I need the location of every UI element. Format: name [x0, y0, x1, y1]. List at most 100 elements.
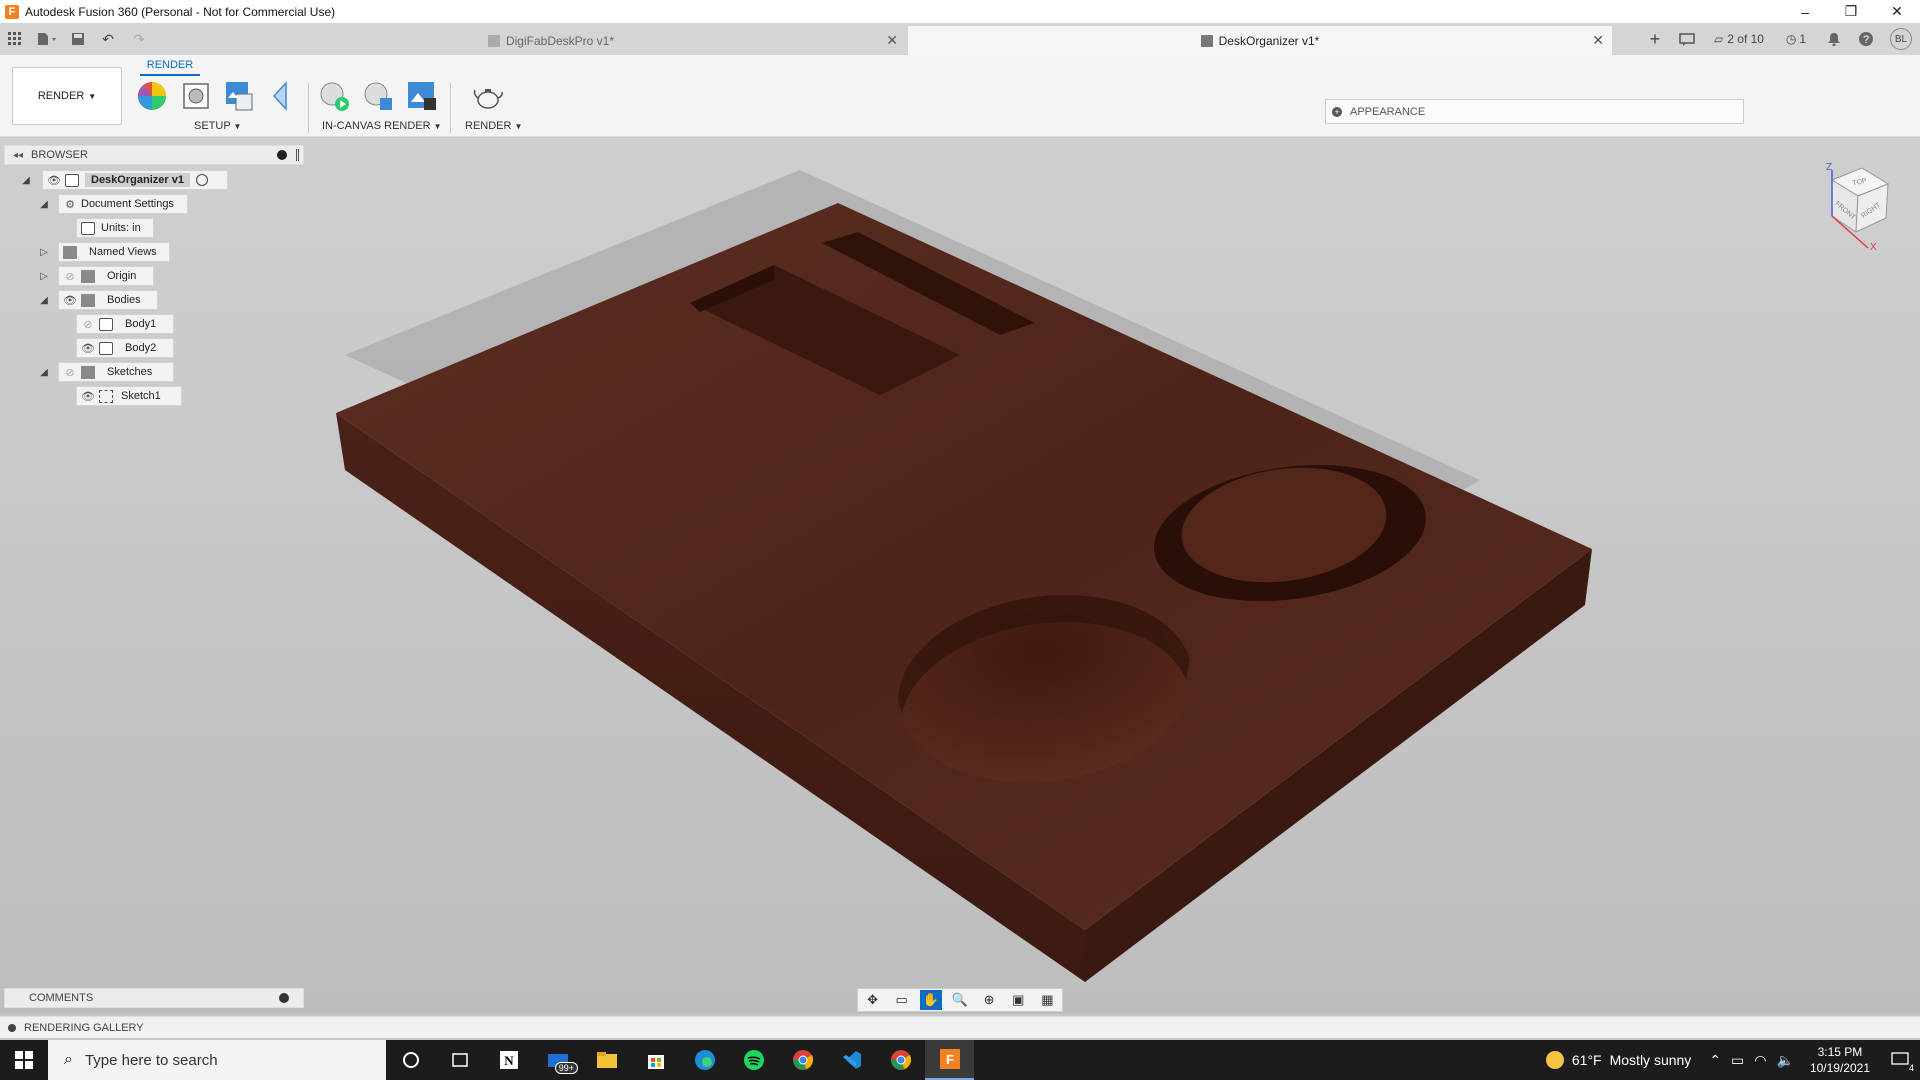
comments-label: COMMENTS	[29, 992, 94, 1004]
texture-map-icon[interactable]	[222, 80, 254, 112]
browser-item-units[interactable]: Units: in	[76, 218, 154, 238]
edge-icon[interactable]	[680, 1040, 729, 1080]
spotify-icon[interactable]	[729, 1040, 778, 1080]
grid-settings-icon[interactable]: ▦	[1036, 990, 1058, 1010]
fusion360-taskbar-icon[interactable]: F	[925, 1040, 974, 1080]
decal-icon[interactable]	[266, 80, 298, 112]
tree-collapse-icon[interactable]: ◢	[38, 366, 50, 378]
minimize-button[interactable]: –	[1782, 0, 1828, 23]
tree-collapse-icon[interactable]: ◢	[38, 198, 50, 210]
in-canvas-render-settings-icon[interactable]	[362, 80, 394, 112]
data-panel-grid-icon[interactable]	[0, 23, 30, 55]
tab-deskorganizer[interactable]: DeskOrganizer v1* ✕	[908, 26, 1612, 55]
recovery-clock[interactable]: ◷ 1	[1774, 23, 1818, 55]
render-group[interactable]: RENDER ▼	[465, 120, 522, 132]
render-teapot-icon[interactable]	[472, 80, 504, 112]
collapse-arrows-icon[interactable]: ◂◂	[13, 150, 23, 161]
close-tab-icon[interactable]: ✕	[886, 32, 898, 49]
tree-expand-icon[interactable]: ▷	[38, 270, 50, 282]
chrome-icon[interactable]	[778, 1040, 827, 1080]
tree-collapse-icon[interactable]: ◢	[38, 294, 50, 306]
in-canvas-render-group[interactable]: IN-CANVAS RENDER ▼	[322, 120, 442, 132]
pan-hand-icon[interactable]: ✋	[919, 990, 942, 1010]
comments-icon[interactable]	[1670, 23, 1704, 55]
weather-temp[interactable]: 61°F	[1572, 1052, 1602, 1068]
rendering-gallery-bar[interactable]: RENDERING GALLERY	[0, 1016, 1920, 1038]
fit-icon[interactable]: ⊕	[978, 990, 1000, 1010]
notifications-bell-icon[interactable]	[1818, 23, 1850, 55]
file-explorer-icon[interactable]	[582, 1040, 631, 1080]
expand-plus-icon[interactable]: +	[1332, 106, 1342, 117]
notion-icon[interactable]: N	[484, 1040, 533, 1080]
taskbar-clock[interactable]: 3:15 PM 10/19/2021	[1810, 1044, 1870, 1076]
appearance-color-wheel-icon[interactable]	[136, 80, 168, 112]
browser-panel-header[interactable]: ◂◂ BROWSER	[4, 145, 304, 165]
scene-settings-icon[interactable]	[180, 80, 212, 112]
cortana-icon[interactable]	[386, 1040, 435, 1080]
add-comment-icon[interactable]	[279, 993, 289, 1003]
browser-item-body1[interactable]: ⊘ Body1	[76, 314, 174, 334]
taskbar-search-input[interactable]: ⌕ Type here to search	[48, 1040, 386, 1080]
tree-expand-icon[interactable]: ▷	[38, 246, 50, 258]
tray-chevron-up-icon[interactable]: ⌃	[1709, 1052, 1721, 1069]
chrome-profile-icon[interactable]	[876, 1040, 925, 1080]
mail-icon[interactable]: 99+	[533, 1040, 582, 1080]
help-icon[interactable]: ?	[1850, 23, 1882, 55]
canvas-viewport[interactable]	[0, 138, 1920, 1014]
hidden-eye-icon[interactable]: ⊘	[63, 365, 77, 379]
pin-icon[interactable]	[296, 149, 299, 161]
tab-digifabdeskpro[interactable]: DigiFabDeskPro v1* ✕	[196, 26, 906, 55]
orbit-icon[interactable]: ✥	[862, 990, 884, 1010]
hidden-eye-icon[interactable]: ⊘	[63, 269, 77, 283]
user-avatar[interactable]: BL	[1882, 23, 1920, 55]
weather-text[interactable]: Mostly sunny	[1610, 1052, 1692, 1068]
store-icon[interactable]	[631, 1040, 680, 1080]
task-view-icon[interactable]	[435, 1040, 484, 1080]
browser-item-sketches[interactable]: ⊘ Sketches	[58, 362, 174, 382]
weather-sun-icon[interactable]	[1545, 1051, 1564, 1069]
in-canvas-render-play-icon[interactable]	[318, 80, 350, 112]
zoom-icon[interactable]: 🔍	[949, 990, 971, 1010]
action-center-icon[interactable]: 4	[1880, 1040, 1920, 1080]
vscode-icon[interactable]	[827, 1040, 876, 1080]
activate-radio-icon[interactable]	[195, 174, 208, 186]
tree-collapse-icon[interactable]: ◢	[20, 174, 32, 186]
browser-item-named-views[interactable]: Named Views	[58, 242, 170, 262]
browser-item-bodies[interactable]: 👁 Bodies	[58, 290, 158, 310]
visibility-eye-icon[interactable]: 👁	[63, 293, 77, 307]
redo-icon[interactable]: ↷	[124, 23, 154, 55]
tab-render[interactable]: RENDER	[140, 59, 200, 76]
model-render[interactable]	[0, 138, 1920, 1014]
restore-button[interactable]: ❐	[1828, 0, 1874, 23]
battery-icon[interactable]: ▭	[1731, 1052, 1744, 1069]
browser-item-document-settings[interactable]: ⚙ Document Settings	[58, 194, 188, 214]
undo-icon[interactable]: ↶	[92, 23, 124, 55]
close-window-button[interactable]: ✕	[1874, 0, 1920, 23]
viewcube[interactable]: TOP FRONT RIGHT Z X	[1810, 160, 1900, 250]
job-status[interactable]: ▱ 2 of 10	[1704, 23, 1774, 55]
wifi-icon[interactable]: ◠	[1754, 1052, 1766, 1069]
volume-icon[interactable]: 🔈	[1777, 1052, 1794, 1069]
hidden-eye-icon[interactable]: ⊘	[81, 317, 95, 331]
browser-item-origin[interactable]: ⊘ Origin	[58, 266, 154, 286]
setup-group[interactable]: SETUP ▼	[194, 120, 241, 132]
visibility-eye-icon[interactable]: 👁	[47, 173, 61, 187]
new-tab-plus-icon[interactable]: +	[1640, 23, 1670, 55]
browser-root-node[interactable]: 👁 DeskOrganizer v1	[42, 170, 228, 190]
windows-start-icon[interactable]	[0, 1040, 48, 1080]
workspace-switcher[interactable]: RENDER ▼	[12, 67, 122, 125]
browser-options-icon[interactable]	[277, 150, 287, 160]
browser-item-body2[interactable]: 👁 Body2	[76, 338, 174, 358]
display-settings-icon[interactable]: ▣	[1007, 990, 1029, 1010]
appearance-panel-header[interactable]: + APPEARANCE	[1325, 99, 1744, 124]
browser-item-sketch1[interactable]: 👁 Sketch1	[76, 386, 182, 406]
visibility-eye-icon[interactable]: 👁	[81, 389, 95, 403]
comments-panel-header[interactable]: COMMENTS	[4, 988, 304, 1008]
file-menu-icon[interactable]	[30, 23, 64, 55]
look-at-icon[interactable]: ▭	[891, 990, 913, 1010]
save-icon[interactable]	[64, 23, 92, 55]
visibility-eye-icon[interactable]: 👁	[81, 341, 95, 355]
close-tab-icon[interactable]: ✕	[1592, 32, 1604, 49]
capture-image-icon[interactable]	[406, 80, 438, 112]
gallery-toggle-icon[interactable]	[8, 1023, 16, 1032]
